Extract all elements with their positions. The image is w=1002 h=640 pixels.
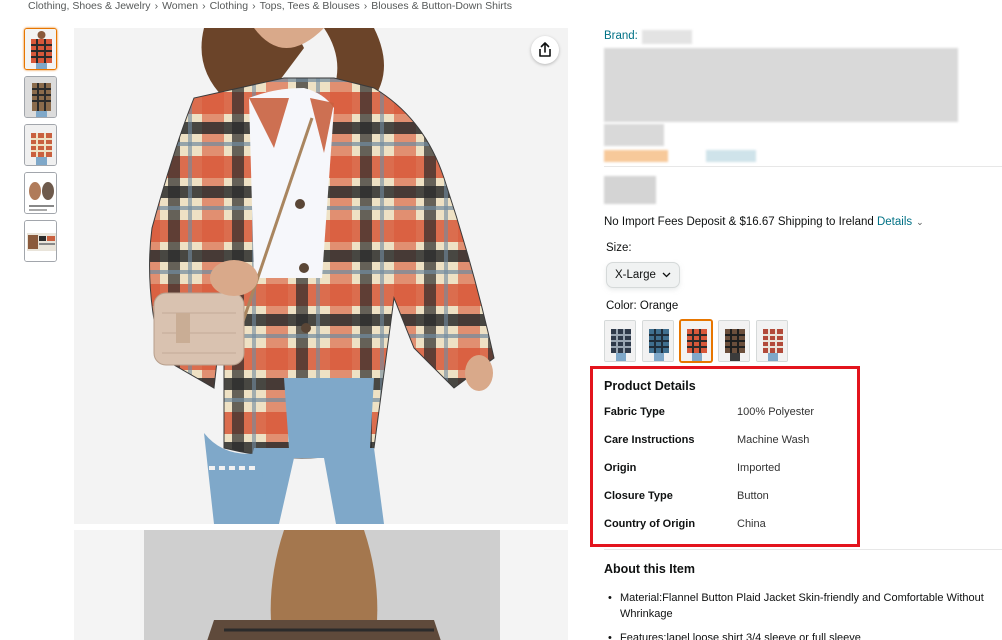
product-details-title: Product Details — [604, 379, 696, 393]
thumbnail-5[interactable] — [24, 220, 57, 262]
thumbnail-strip — [24, 28, 58, 268]
section-divider — [604, 166, 1002, 167]
detail-value: Imported — [737, 462, 781, 474]
detail-key: Fabric Type — [604, 406, 665, 418]
redacted-product-title — [604, 124, 664, 146]
breadcrumb-separator: › — [363, 0, 368, 12]
redacted-price — [604, 176, 656, 204]
color-swatch[interactable] — [604, 320, 636, 362]
color-swatches — [604, 320, 788, 362]
thumbnail-1[interactable] — [24, 28, 57, 70]
detail-value: 100% Polyester — [737, 406, 815, 418]
redacted-brand-name — [642, 30, 692, 44]
about-bullet: Material:Flannel Button Plaid Jacket Ski… — [608, 590, 988, 622]
color-swatch[interactable] — [756, 320, 788, 362]
breadcrumb-item[interactable]: Tops, Tees & Blouses — [260, 0, 360, 12]
chevron-down-icon[interactable]: ⌄ — [916, 217, 924, 227]
about-item-title: About this Item — [604, 562, 695, 576]
thumbnail-2[interactable] — [24, 76, 57, 118]
chevron-down-icon — [662, 272, 671, 278]
color-label: Color: Orange — [606, 300, 679, 312]
detail-value: Button — [737, 490, 769, 502]
shipping-info: No Import Fees Deposit & $16.67 Shipping… — [604, 216, 924, 228]
breadcrumb-item[interactable]: Clothing, Shoes & Jewelry — [28, 0, 151, 12]
secondary-product-image[interactable] — [74, 530, 568, 640]
breadcrumb: Clothing, Shoes & Jewelry › Women › Clothing… — [28, 0, 512, 14]
about-bullet: Features:lapel loose shirt 3/4 sleeve or… — [608, 630, 988, 640]
detail-key: Care Instructions — [604, 434, 695, 446]
thumbnail-4[interactable] — [24, 172, 57, 214]
redacted-product-title — [604, 48, 958, 122]
color-swatch[interactable] — [642, 320, 674, 362]
size-dropdown[interactable]: X-Large — [606, 262, 680, 288]
breadcrumb-item[interactable]: Clothing — [210, 0, 249, 12]
share-button[interactable] — [531, 36, 559, 64]
detail-key: Origin — [604, 462, 637, 474]
redacted-rating — [604, 150, 668, 162]
size-label: Size: — [606, 242, 632, 254]
breadcrumb-separator: › — [202, 0, 206, 12]
breadcrumb-separator: › — [154, 0, 159, 12]
detail-key: Closure Type — [604, 490, 673, 502]
about-item-list: Material:Flannel Button Plaid Jacket Ski… — [608, 590, 988, 640]
breadcrumb-separator: › — [252, 0, 256, 12]
color-swatch-selected[interactable] — [680, 320, 712, 362]
size-value: X-Large — [615, 269, 656, 281]
detail-value: China — [737, 518, 766, 530]
brand-label[interactable]: Brand: — [604, 30, 638, 42]
shipping-details-link[interactable]: Details — [877, 216, 912, 228]
detail-value: Machine Wash — [737, 434, 810, 446]
shipping-text: No Import Fees Deposit & $16.67 Shipping… — [604, 216, 874, 228]
detail-key: Country of Origin — [604, 518, 696, 530]
thumbnail-3[interactable] — [24, 124, 57, 166]
section-divider — [604, 549, 1002, 550]
share-icon — [539, 42, 551, 57]
color-swatch[interactable] — [718, 320, 750, 362]
main-product-image[interactable] — [74, 28, 568, 524]
redacted-rating-count — [706, 150, 756, 162]
breadcrumb-item[interactable]: Women — [162, 0, 198, 12]
breadcrumb-item[interactable]: Blouses & Button-Down Shirts — [371, 0, 512, 12]
